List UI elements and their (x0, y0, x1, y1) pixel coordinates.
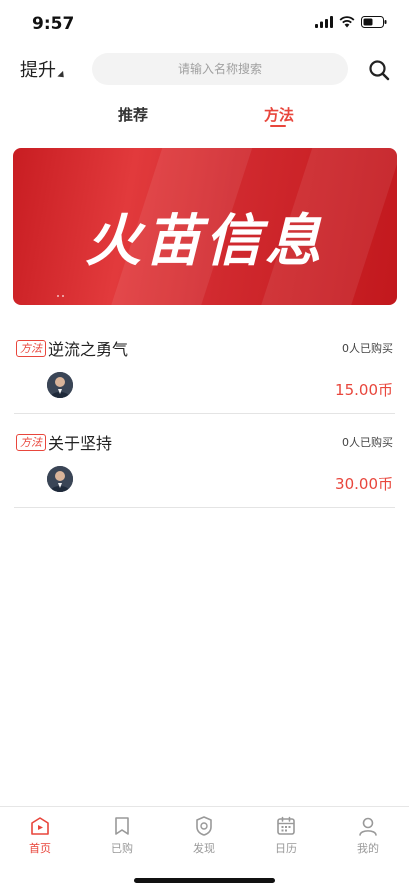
tabbar-item-discover[interactable]: 发现 (174, 815, 234, 856)
avatar-image (47, 372, 73, 398)
tabbar-item-calendar[interactable]: 日历 (256, 815, 316, 856)
tab-recommend[interactable]: 推荐 (118, 104, 148, 125)
course-buyers: 0人已购买 (342, 342, 393, 355)
course-item[interactable]: 方法 关于坚持 0人已购买 30.00币 (14, 424, 395, 508)
home-icon (31, 817, 49, 835)
active-tab-indicator (270, 125, 286, 127)
author-avatar (47, 466, 73, 492)
tabbar-label: 日历 (275, 842, 297, 855)
category-dropdown[interactable]: 提升 (20, 56, 67, 82)
profile-icon (359, 817, 377, 836)
promo-banner[interactable]: 火苗信息 (13, 148, 397, 305)
course-title: 逆流之勇气 (48, 340, 129, 359)
tabbar-item-purchased[interactable]: 已购 (92, 815, 152, 856)
calendar-icon (277, 816, 295, 835)
battery-icon (361, 16, 387, 28)
pagination-dot (57, 295, 59, 297)
home-indicator (134, 878, 275, 883)
bookmark-icon (115, 817, 129, 835)
wifi-icon (339, 16, 355, 28)
course-price: 30.00币 (335, 475, 393, 493)
signal-icon (315, 16, 333, 28)
status-time: 9:57 (32, 14, 75, 34)
tabbar-label: 我的 (357, 842, 379, 855)
content-tabs: 推荐 方法 (0, 100, 409, 134)
search-input[interactable] (92, 53, 348, 85)
author-avatar (47, 372, 73, 398)
avatar-image (47, 466, 73, 492)
tab-method[interactable]: 方法 (264, 104, 294, 125)
tabbar-label: 已购 (111, 842, 133, 855)
course-tag: 方法 (16, 340, 46, 357)
search-icon[interactable] (367, 58, 391, 82)
tabbar-label: 发现 (193, 842, 215, 855)
banner-pagination (57, 295, 64, 297)
discover-icon (196, 816, 212, 836)
course-price: 15.00币 (335, 381, 393, 399)
status-bar: 9:57 (0, 0, 409, 48)
course-tag: 方法 (16, 434, 46, 451)
caret-down-icon (57, 70, 67, 81)
top-bar: 提升 (0, 52, 409, 88)
course-buyers: 0人已购买 (342, 436, 393, 449)
tabbar-item-home[interactable]: 首页 (10, 815, 70, 856)
category-label: 提升 (20, 60, 56, 81)
course-item[interactable]: 方法 逆流之勇气 0人已购买 15.00币 (14, 330, 395, 414)
course-title: 关于坚持 (48, 434, 113, 453)
status-icons (315, 16, 387, 28)
pagination-dot (62, 295, 64, 297)
tabbar-label: 首页 (29, 842, 51, 855)
tabbar-item-profile[interactable]: 我的 (338, 815, 398, 856)
banner-title: 火苗信息 (85, 209, 325, 274)
search-bar[interactable] (92, 53, 348, 85)
